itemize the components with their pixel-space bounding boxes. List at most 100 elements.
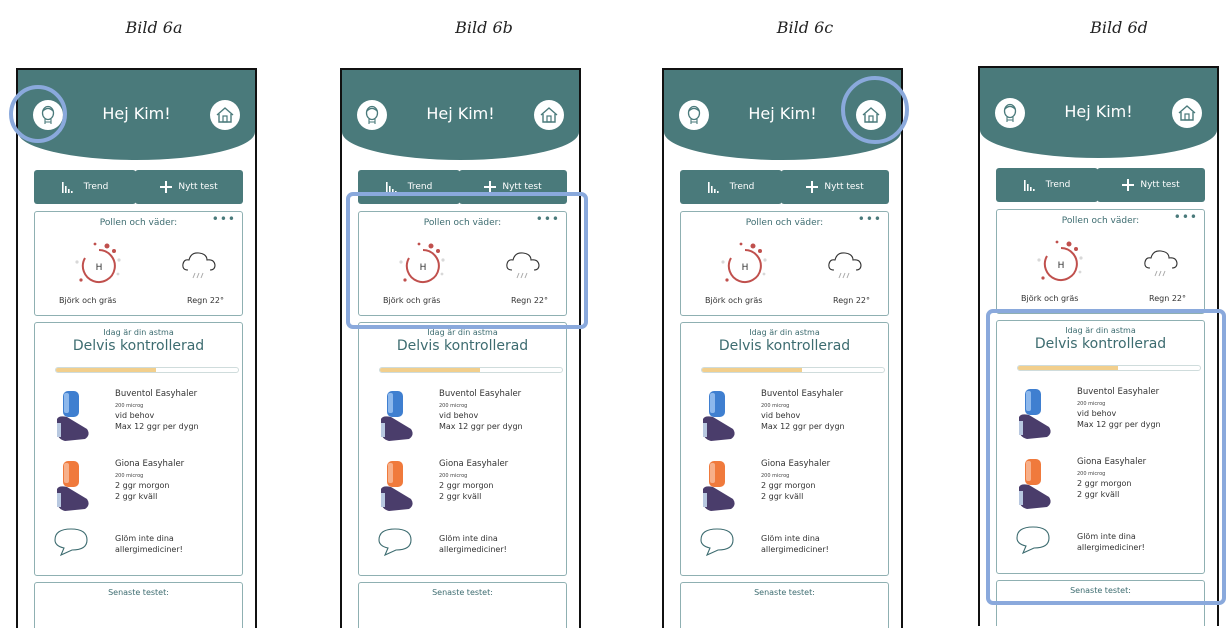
last-test-card[interactable]: Senaste testet: xyxy=(358,582,567,628)
med-name: Buventol Easyhaler xyxy=(761,389,844,399)
control-progress-fill xyxy=(702,368,803,372)
new-test-label: Nytt test xyxy=(1140,180,1180,190)
new-test-button[interactable]: Nytt test xyxy=(1097,168,1205,202)
med-instruction: vid behov xyxy=(439,411,479,420)
action-buttons: Trend Nytt test xyxy=(996,168,1205,202)
med-buventol: Buventol Easyhaler 200 microg vid behov … xyxy=(115,389,199,432)
plus-icon xyxy=(1122,179,1135,191)
med-instruction: Max 12 ggr per dygn xyxy=(761,422,845,431)
reminder-line: Glöm inte dina xyxy=(761,534,820,543)
med-instruction: Max 12 ggr per dygn xyxy=(115,422,199,431)
asthma-status-card[interactable]: Idag är din astma Delvis kontrollerad Bu… xyxy=(358,322,567,576)
rain-cloud-icon xyxy=(1144,250,1178,277)
pollen-weather-card[interactable]: Pollen och väder: ••• H Björk och gräs R… xyxy=(680,211,889,316)
home-button[interactable] xyxy=(534,100,564,130)
med-dose: 200 microg xyxy=(439,473,468,479)
med-instruction: vid behov xyxy=(115,411,155,420)
med-name: Giona Easyhaler xyxy=(439,459,509,469)
med-instruction: 2 ggr kväll xyxy=(115,492,158,501)
last-test-card[interactable]: Senaste testet: xyxy=(680,582,889,628)
bar-chart-icon xyxy=(1023,179,1035,191)
giona-inhaler-icon xyxy=(381,461,413,511)
control-progress-fill xyxy=(380,368,481,372)
speech-bubble-icon xyxy=(700,528,734,557)
med-instruction: 2 ggr morgon xyxy=(439,481,494,490)
med-dose: 200 microg xyxy=(439,403,468,409)
speech-bubble-icon xyxy=(54,528,88,557)
phone-screen-c: Hej Kim! Trend Nytt test Pollen och väde… xyxy=(662,68,903,628)
last-test-card[interactable]: Senaste testet: xyxy=(34,582,243,628)
caption-6c: Bild 6c xyxy=(776,18,834,37)
giona-inhaler-icon xyxy=(703,461,735,511)
med-name: Buventol Easyhaler xyxy=(115,389,198,399)
phone-screen-a: Hej Kim! Trend Nytt test Pollen och väde… xyxy=(16,68,257,628)
rain-cloud-icon xyxy=(182,252,216,279)
med-instruction: 2 ggr kväll xyxy=(761,492,804,501)
asthma-subtitle: Idag är din astma xyxy=(427,328,498,337)
med-instruction: Max 12 ggr per dygn xyxy=(439,422,523,431)
pollen-level-icon: H xyxy=(1037,240,1083,281)
rain-cloud-icon xyxy=(828,252,862,279)
trend-button[interactable]: Trend xyxy=(34,170,136,204)
med-instruction: 2 ggr kväll xyxy=(439,492,482,501)
reminder-line: Glöm inte dina xyxy=(439,534,498,543)
buventol-inhaler-icon xyxy=(381,391,413,441)
phone-screen-b: Hej Kim! Trend Nytt test Pollen och väde… xyxy=(340,68,581,628)
more-options-icon[interactable]: ••• xyxy=(1174,210,1198,224)
med-name: Buventol Easyhaler xyxy=(439,389,522,399)
new-test-button[interactable]: Nytt test xyxy=(781,170,889,204)
reminder-text: Glöm inte dina allergimediciner! xyxy=(115,533,183,555)
new-test-label: Nytt test xyxy=(178,182,218,192)
med-dose: 200 microg xyxy=(115,403,144,409)
more-options-icon[interactable]: ••• xyxy=(858,212,882,226)
med-instruction: 2 ggr morgon xyxy=(761,481,816,490)
caption-6b: Bild 6b xyxy=(455,18,513,37)
trend-label: Trend xyxy=(1045,180,1071,190)
highlight-profile xyxy=(9,85,67,143)
trend-label: Trend xyxy=(83,182,109,192)
trend-button[interactable]: Trend xyxy=(680,170,782,204)
control-progress-bar xyxy=(379,367,563,373)
bar-chart-icon xyxy=(61,181,73,193)
giona-inhaler-icon xyxy=(57,461,89,511)
med-giona: Giona Easyhaler 200 microg 2 ggr morgon … xyxy=(439,459,508,502)
pollen-label: Björk och gräs xyxy=(59,296,117,305)
pollen-weather-card[interactable]: Pollen och väder: ••• H Björk och gräs R… xyxy=(996,209,1205,314)
reminder-line: allergimediciner! xyxy=(439,545,507,554)
control-progress-fill xyxy=(56,368,157,372)
home-icon xyxy=(216,107,234,123)
med-buventol: Buventol Easyhaler 200 microg vid behov … xyxy=(439,389,523,432)
asthma-status-card[interactable]: Idag är din astma Delvis kontrollerad Bu… xyxy=(680,322,889,576)
pollen-level-text: H xyxy=(1058,261,1065,271)
asthma-subtitle: Idag är din astma xyxy=(103,328,174,337)
new-test-button[interactable]: Nytt test xyxy=(135,170,243,204)
reminder-line: allergimediciner! xyxy=(115,545,183,554)
pollen-level-icon: H xyxy=(721,242,767,283)
med-dose: 200 microg xyxy=(761,473,790,479)
action-buttons: Trend Nytt test xyxy=(34,170,243,204)
weather-label: Regn 22° xyxy=(187,296,224,305)
weather-label: Regn 22° xyxy=(833,296,870,305)
home-button[interactable] xyxy=(210,100,240,130)
reminder-text: Glöm inte dina allergimediciner! xyxy=(761,533,829,555)
trend-label: Trend xyxy=(407,182,433,192)
med-buventol: Buventol Easyhaler 200 microg vid behov … xyxy=(761,389,845,432)
reminder-line: allergimediciner! xyxy=(761,545,829,554)
pollen-level-text: H xyxy=(742,263,749,273)
asthma-status: Delvis kontrollerad xyxy=(72,338,205,354)
pollen-weather-card[interactable]: Pollen och väder: ••• H Björk och gräs R… xyxy=(34,211,243,316)
med-instruction: vid behov xyxy=(761,411,801,420)
caption-6d: Bild 6d xyxy=(1090,18,1148,37)
highlight-home xyxy=(841,76,909,144)
home-button[interactable] xyxy=(1172,98,1202,128)
more-options-icon[interactable]: ••• xyxy=(212,212,236,226)
asthma-status-card[interactable]: Idag är din astma Delvis kontrollerad Bu… xyxy=(34,322,243,576)
asthma-status: Delvis kontrollerad xyxy=(396,338,529,354)
last-test-title: Senaste testet: xyxy=(108,588,169,597)
new-test-label: Nytt test xyxy=(824,182,864,192)
trend-label: Trend xyxy=(729,182,755,192)
med-name: Giona Easyhaler xyxy=(761,459,831,469)
plus-icon xyxy=(806,181,819,193)
trend-button[interactable]: Trend xyxy=(996,168,1098,202)
weather-label: Regn 22° xyxy=(1149,294,1186,303)
